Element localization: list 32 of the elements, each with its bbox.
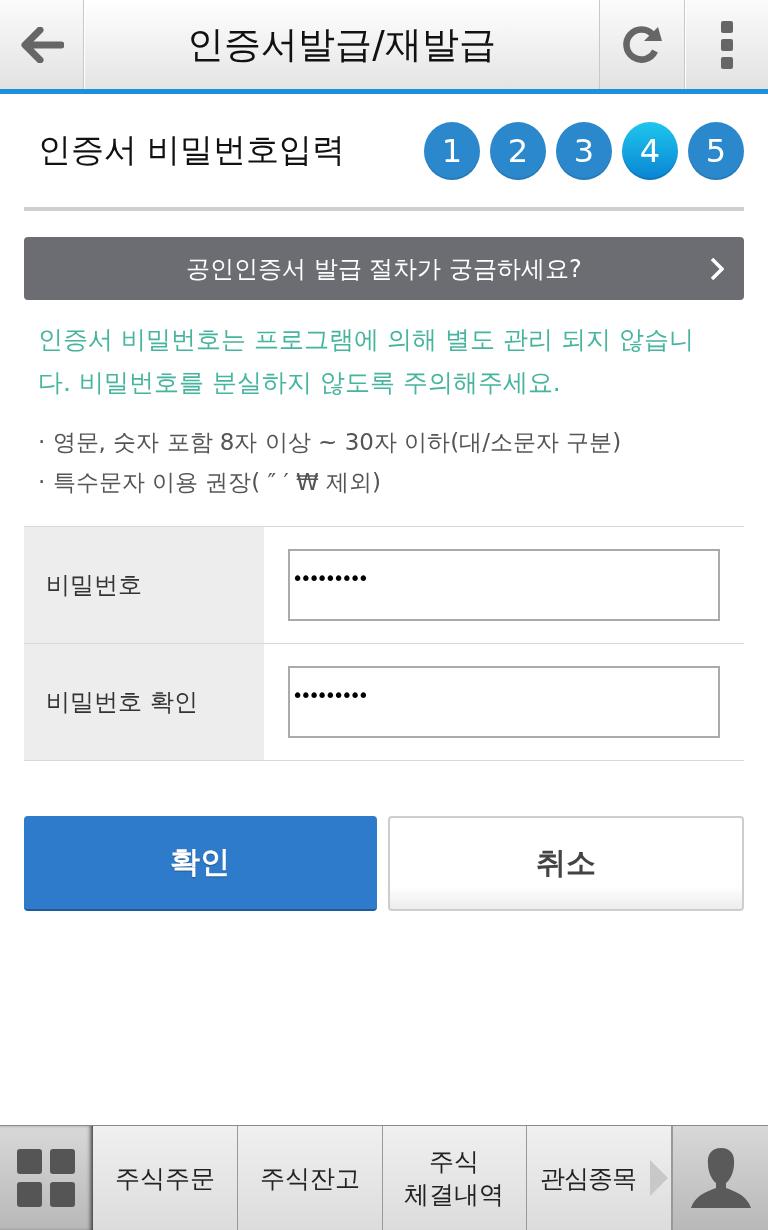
section-title: 인증서 비밀번호입력 <box>38 129 346 171</box>
field-label: 비밀번호 확인 <box>24 644 264 760</box>
refresh-icon <box>620 24 664 65</box>
person-silhouette-icon <box>688 1146 753 1210</box>
nav-tab[interactable]: 주식잔고 <box>237 1126 383 1230</box>
chevron-right-icon <box>710 257 724 281</box>
rule-text: · 특수문자 이용 권장( ″ ′ ₩ 제외) <box>38 468 382 497</box>
rule-text: · 영문, 숫자 포함 8자 이상 ~ 30자 이하(대/소문자 구분) <box>38 428 623 457</box>
nav-tab[interactable]: 주식주문 <box>92 1126 238 1230</box>
confirm-button[interactable]: 확인 <box>24 816 377 911</box>
cancel-button[interactable]: 취소 <box>387 816 744 911</box>
grid-icon <box>17 1149 76 1207</box>
menu-button[interactable] <box>684 0 768 89</box>
back-arrow-icon <box>19 26 64 63</box>
nav-tab[interactable]: 관심종목 <box>527 1126 673 1230</box>
step-indicator: 3 <box>556 121 612 180</box>
nav-tab[interactable]: 주식 체결내역 <box>382 1126 528 1230</box>
help-banner-button[interactable]: 공인인증서 발급 절차가 궁금하세요? <box>24 237 744 300</box>
step-indicator: 5 <box>688 121 744 180</box>
password-field[interactable]: ••••••••• <box>288 666 720 738</box>
notice-text: 인증서 비밀번호는 프로그램에 의해 별도 관리 되지 않습니다. 비밀번호를 분실하지 않도록 주의해주세요. <box>38 324 695 399</box>
step-indicator: 1 <box>424 121 480 180</box>
menu-icon <box>720 20 733 69</box>
window-title: 인증서발급/재발급 <box>186 21 497 68</box>
step-indicator: 2 <box>490 121 546 180</box>
profile-button[interactable] <box>672 1126 768 1230</box>
password-field[interactable]: ••••••••• <box>288 549 720 621</box>
back-button[interactable] <box>0 0 84 89</box>
field-label: 비밀번호 <box>24 527 264 643</box>
step-indicator: 4 <box>622 121 678 180</box>
all-menu-button[interactable] <box>0 1126 93 1230</box>
refresh-button[interactable] <box>599 0 684 89</box>
